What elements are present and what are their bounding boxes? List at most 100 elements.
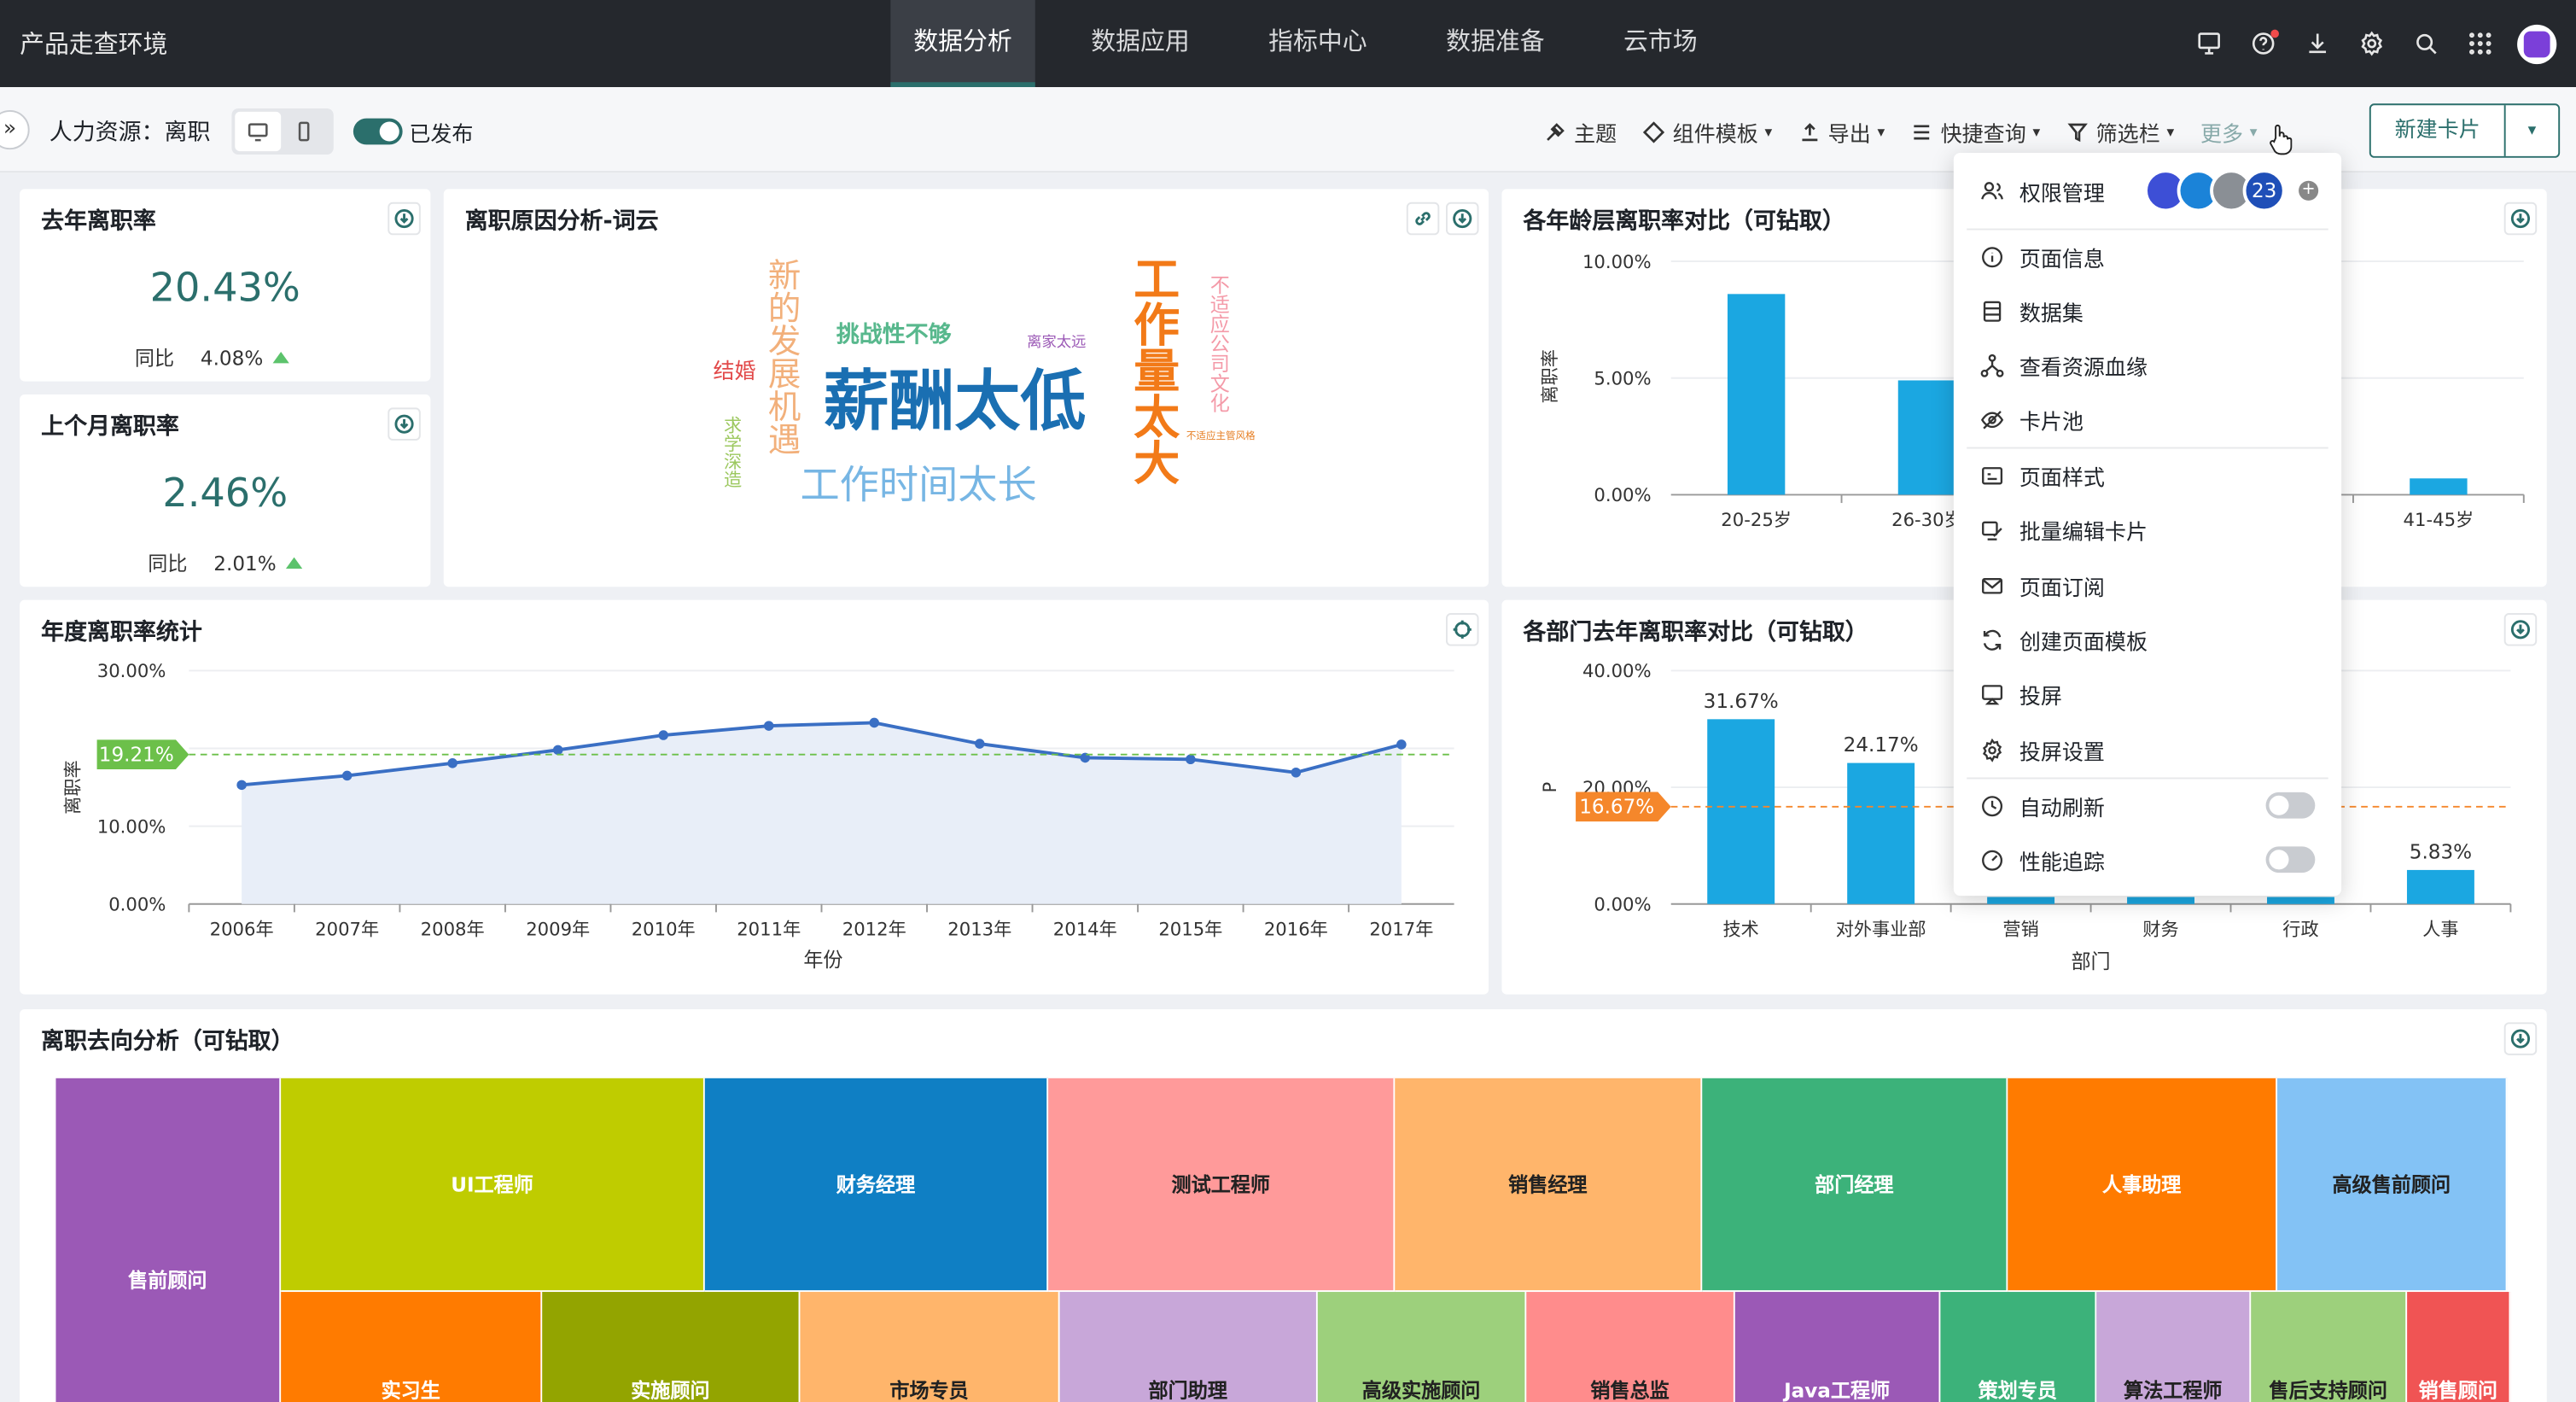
new-card-dropdown-icon[interactable]: ▾ [2506, 105, 2559, 156]
y-tick-label: 30.00% [97, 660, 166, 681]
help-icon[interactable] [2246, 27, 2279, 61]
y-axis-label: 离职率 [61, 760, 83, 814]
download-icon[interactable] [2300, 27, 2334, 61]
menu-item-cast-settings[interactable]: 投屏设置 [1980, 732, 2105, 768]
gear-icon[interactable] [2355, 27, 2388, 61]
filter-bar-button[interactable]: 筛选栏 ▾ [2066, 117, 2175, 148]
card-download-icon[interactable] [388, 202, 421, 236]
treemap-cell[interactable]: 销售总监 [1526, 1292, 1735, 1402]
treemap-cell[interactable]: UI工程师 [281, 1078, 705, 1293]
data-point [1291, 767, 1302, 778]
treemap-cell[interactable]: 售前顾问 [55, 1078, 282, 1402]
nav-tab-data-analysis[interactable]: 数据分析 [890, 0, 1035, 88]
performance-toggle[interactable] [2265, 846, 2316, 873]
quick-query-button[interactable]: 快捷查询 ▾ [1911, 117, 2040, 148]
more-button[interactable]: 更多 ▾ [2200, 117, 2258, 148]
annual-line-chart: 0.00% 10.00% 30.00% 2006年 2007年 2008年 2009年 201… [61, 660, 1454, 972]
data-label: 24.17% [1844, 734, 1919, 756]
menu-item-lineage[interactable]: 查看资源血缘 [1980, 347, 2148, 383]
card-download-icon[interactable] [2503, 1022, 2538, 1055]
theme-button[interactable]: 主题 [1545, 117, 1617, 148]
apps-grid-icon[interactable] [2463, 27, 2497, 61]
new-card-button[interactable]: 新建卡片 ▾ [2369, 103, 2561, 158]
treemap-cell[interactable]: 财务经理 [704, 1078, 1049, 1293]
treemap-cell[interactable]: 销售顾问 [2407, 1292, 2511, 1402]
kpi-value: 2.46% [162, 470, 288, 517]
x-tick-label: 行政 [2282, 918, 2318, 939]
treemap-cell[interactable]: 市场专员 [800, 1292, 1060, 1402]
x-tick-label: 对外事业部 [1836, 918, 1926, 939]
chevron-down-icon: ▾ [2166, 124, 2175, 141]
kpi-value: 20.43% [149, 264, 300, 311]
kpi-card-last-year[interactable]: 去年离职率 20.43% 同比 4.08% [20, 189, 431, 382]
menu-item-batch-edit[interactable]: 批量编辑卡片 [1980, 511, 2148, 547]
x-tick-label: 20-25岁 [1721, 509, 1792, 530]
mobile-view-icon[interactable] [281, 112, 327, 151]
avatar-count: 23 [2242, 169, 2286, 213]
menu-divider [1967, 777, 2328, 780]
style-icon [1982, 466, 2003, 484]
word: 结婚 [713, 359, 756, 385]
component-template-button[interactable]: 组件模板 ▾ [1643, 117, 1772, 148]
export-button[interactable]: 导出 ▾ [1798, 117, 1885, 148]
treemap-cell[interactable]: 部门经理 [1702, 1078, 2008, 1293]
word: 薪酬太低 [823, 365, 1087, 441]
publish-toggle[interactable] [353, 118, 403, 145]
annual-line-chart-card[interactable]: 年度离职率统计 0.00% 10.00% 30.00% 2006年 2007年 2008年… [20, 599, 1489, 995]
chevron-down-icon: ▾ [1877, 124, 1885, 141]
word: 新的发展机遇 [762, 258, 802, 456]
treemap-cell[interactable]: 实习生 [281, 1292, 543, 1402]
treemap-cell[interactable]: 售后支持顾问 [2251, 1292, 2408, 1402]
add-member-icon[interactable]: + [2299, 180, 2319, 201]
up-arrow-icon [286, 557, 303, 570]
auto-refresh-toggle[interactable] [2265, 792, 2316, 819]
y-tick-label: 40.00% [1582, 660, 1652, 681]
treemap-cell[interactable]: 部门助理 [1059, 1292, 1318, 1402]
notification-dot [2270, 28, 2279, 38]
nav-tab-cloud-market[interactable]: 云市场 [1600, 0, 1721, 87]
monitor-icon[interactable] [2192, 27, 2225, 61]
treemap-cell[interactable]: 实施顾问 [542, 1292, 801, 1402]
x-tick-label: 2008年 [421, 918, 485, 939]
nav-tab-metrics-center[interactable]: 指标中心 [1245, 0, 1390, 87]
treemap-cell[interactable]: 人事助理 [2008, 1078, 2278, 1293]
wordcloud-card[interactable]: 离职原因分析-词云 薪酬太低 工作时间太长 挑战性不够 新的发展机遇 工作量太大… [443, 189, 1489, 587]
treemap-cell[interactable]: 高级实施顾问 [1317, 1292, 1527, 1402]
treemap-cell[interactable]: 高级售前顾问 [2277, 1078, 2508, 1293]
data-point [236, 780, 247, 791]
menu-item-auto-refresh[interactable]: 自动刷新 [1980, 787, 2105, 823]
menu-item-create-template[interactable]: 创建页面模板 [1980, 622, 2148, 657]
expand-sidebar-icon[interactable]: » [0, 109, 30, 150]
menu-item-dataset[interactable]: 数据集 [1980, 293, 2084, 329]
bar [2410, 478, 2468, 495]
top-icons [2171, 0, 2557, 87]
treemap-cell[interactable]: 测试工程师 [1048, 1078, 1396, 1293]
hand-cursor-icon [2270, 124, 2293, 155]
kpi-card-last-month[interactable]: 上个月离职率 2.46% 同比 2.01% [20, 394, 431, 587]
menu-item-permissions[interactable]: 权限管理 [1980, 172, 2105, 208]
treemap-cell[interactable]: 策划专员 [1940, 1292, 2097, 1402]
card-title: 上个月离职率 [41, 414, 179, 441]
main-nav: 数据分析 数据应用 指标中心 数据准备 云市场 [890, 0, 1753, 88]
menu-item-performance[interactable]: 性能追踪 [1980, 842, 2105, 878]
kpi-compare: 同比 4.08% [135, 343, 290, 371]
nav-tab-data-apps[interactable]: 数据应用 [1068, 0, 1212, 87]
menu-item-subscribe[interactable]: 页面订阅 [1980, 567, 2105, 603]
menu-item-page-style[interactable]: 页面样式 [1980, 457, 2105, 493]
data-point [658, 730, 668, 740]
treemap-card[interactable]: 离职去向分析（可钻取） 售前顾问 UI工程师 财务经理 测试工程师 销售经理 部门经理 人事… [20, 1008, 2547, 1402]
treemap-cell[interactable]: 销售经理 [1395, 1078, 1703, 1293]
menu-item-cast[interactable]: 投屏 [1980, 675, 2062, 711]
x-tick-label: 26-30岁 [1891, 509, 1962, 530]
treemap-cell[interactable]: Java工程师 [1734, 1292, 1941, 1402]
dashboard-root: 产品走查环境 数据分析 数据应用 指标中心 数据准备 云市场 » 人力资源：离职… [0, 0, 2576, 1402]
data-point [341, 770, 353, 781]
desktop-view-icon[interactable] [235, 111, 282, 152]
menu-item-page-info[interactable]: 页面信息 [1980, 238, 2105, 274]
menu-item-card-pool[interactable]: 卡片池 [1980, 401, 2084, 437]
search-icon[interactable] [2409, 27, 2442, 61]
card-download-icon[interactable] [388, 407, 421, 441]
nav-tab-data-prep[interactable]: 数据准备 [1423, 0, 1567, 87]
treemap-cell[interactable]: 算法工程师 [2096, 1292, 2252, 1402]
user-avatar[interactable] [2517, 23, 2557, 64]
